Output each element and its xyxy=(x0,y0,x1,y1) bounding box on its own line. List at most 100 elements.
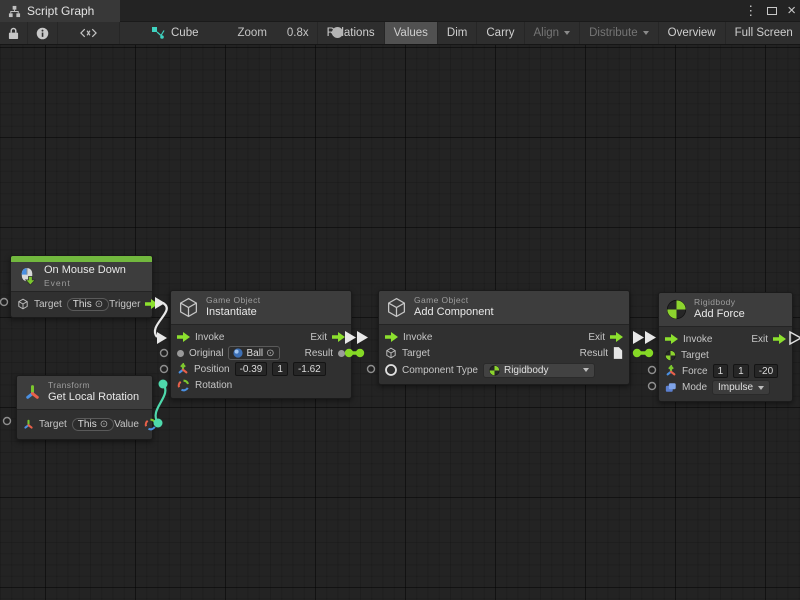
node-on-mouse-down[interactable]: On Mouse Down Event Target This ⊙ xyxy=(10,255,153,318)
value-port[interactable] xyxy=(633,349,641,357)
game-object-icon xyxy=(385,347,397,359)
node-add-force[interactable]: Rigidbody Add Force Invoke Exit xyxy=(658,292,793,402)
distribute-button[interactable]: Distribute xyxy=(580,22,659,44)
value-port-dot[interactable] xyxy=(338,350,345,357)
tab-title: Script Graph xyxy=(27,4,94,18)
lock-button[interactable] xyxy=(0,22,28,44)
flow-arrow-icon[interactable] xyxy=(665,334,678,344)
port-addforce-force[interactable] xyxy=(649,367,656,374)
value-port[interactable] xyxy=(645,349,653,357)
port-label-component-type: Component Type xyxy=(402,365,478,376)
node-category: Rigidbody xyxy=(694,297,745,308)
flow-arrow-icon[interactable] xyxy=(385,332,398,342)
object-picker-icon[interactable]: ⊙ xyxy=(95,299,103,310)
flow-link-exit-invoke-2b[interactable] xyxy=(645,331,656,344)
port-label-target: Target xyxy=(402,348,430,359)
position-x-input[interactable]: -0.39 xyxy=(235,362,268,376)
tab-script-graph[interactable]: Script Graph xyxy=(0,0,120,22)
zoom-slider-handle[interactable] xyxy=(332,27,343,38)
target-self-chip[interactable]: This ⊙ xyxy=(72,418,114,431)
flow-arrow-icon[interactable] xyxy=(177,332,190,342)
position-y-input[interactable]: 1 xyxy=(272,362,288,376)
chevron-down-icon xyxy=(758,386,764,390)
position-z-input[interactable]: -1.62 xyxy=(293,362,326,376)
port-label-invoke: Invoke xyxy=(403,332,432,343)
game-object-icon xyxy=(386,297,407,318)
node-category: Game Object xyxy=(206,295,260,306)
dim-button[interactable]: Dim xyxy=(438,22,477,44)
align-button[interactable]: Align xyxy=(525,22,581,44)
node-title: Get Local Rotation xyxy=(48,391,139,405)
force-x-input[interactable]: 1 xyxy=(713,364,729,378)
title-bar: Script Graph ⋮ × xyxy=(0,0,800,22)
node-add-component[interactable]: Game Object Add Component Invoke Exit xyxy=(378,290,630,385)
port-omd-target[interactable] xyxy=(1,299,8,306)
value-port[interactable] xyxy=(356,349,364,357)
port-label-invoke: Invoke xyxy=(195,332,224,343)
flow-arrow-icon[interactable] xyxy=(332,332,345,342)
port-label-exit: Exit xyxy=(751,334,768,345)
object-picker-icon[interactable]: ⊙ xyxy=(100,419,108,430)
port-addcomponent-type[interactable] xyxy=(368,366,375,373)
component-type-dropdown[interactable]: Rigidbody xyxy=(483,363,595,378)
node-title: Add Force xyxy=(694,308,745,322)
port-label-value: Value xyxy=(114,419,139,430)
port-addforce-mode[interactable] xyxy=(649,383,656,390)
rigidbody-icon xyxy=(489,365,500,376)
graph-node-icon xyxy=(151,26,165,40)
target-self-chip[interactable]: This ⊙ xyxy=(67,298,109,311)
graph-name-label: Cube xyxy=(171,27,199,39)
carry-button[interactable]: Carry xyxy=(477,22,524,44)
port-label-exit: Exit xyxy=(588,332,605,343)
code-brackets-icon xyxy=(80,28,97,38)
edit-graph-button[interactable] xyxy=(58,22,120,44)
graph-breadcrumb[interactable]: Cube xyxy=(142,22,208,44)
port-label-exit: Exit xyxy=(310,332,327,343)
force-mode-dropdown[interactable]: Impulse xyxy=(712,380,770,395)
values-button[interactable]: Values xyxy=(385,22,438,44)
force-y-input[interactable]: 1 xyxy=(733,364,749,378)
node-instantiate[interactable]: Game Object Instantiate Invoke Exit xyxy=(170,290,352,399)
graph-hierarchy-icon xyxy=(8,5,21,18)
flow-arrow-icon[interactable] xyxy=(145,299,158,309)
port-instantiate-original[interactable] xyxy=(161,350,168,357)
value-port-dot[interactable] xyxy=(177,350,184,357)
original-object-chip[interactable]: Ball ⊙ xyxy=(228,346,279,360)
port-label-trigger: Trigger xyxy=(109,299,140,310)
position-gizmo-icon xyxy=(177,363,189,375)
node-category: Transform xyxy=(48,380,139,391)
object-picker-icon[interactable]: ⊙ xyxy=(266,348,274,359)
info-icon xyxy=(36,27,49,40)
port-label-result: Result xyxy=(580,348,608,359)
graph-canvas[interactable]: On Mouse Down Event Target This ⊙ xyxy=(0,45,800,600)
rotation-icon xyxy=(144,418,157,431)
chevron-down-icon xyxy=(564,31,570,35)
document-icon[interactable] xyxy=(613,347,623,359)
port-label-result: Result xyxy=(305,348,333,359)
node-get-local-rotation[interactable]: Transform Get Local Rotation Target This… xyxy=(16,375,153,440)
value-wire-rotation[interactable] xyxy=(156,384,166,423)
node-subtitle: Event xyxy=(44,278,126,289)
relations-button[interactable]: Relations xyxy=(317,22,385,44)
flow-link-exit-invoke-2[interactable] xyxy=(633,331,644,344)
window-close-icon[interactable]: × xyxy=(787,0,796,22)
force-z-input[interactable]: -20 xyxy=(754,364,778,378)
port-glr-target[interactable] xyxy=(4,418,11,425)
flow-link-exit-invoke-1b[interactable] xyxy=(357,331,368,344)
ball-sphere-icon xyxy=(233,348,243,358)
window-maximize-icon[interactable] xyxy=(767,0,777,22)
inspect-button[interactable] xyxy=(28,22,58,44)
type-circle-icon xyxy=(385,364,397,376)
node-category: Game Object xyxy=(414,295,494,306)
flow-arrow-icon[interactable] xyxy=(773,334,786,344)
window-menu-icon[interactable]: ⋮ xyxy=(744,0,757,22)
full-screen-button[interactable]: Full Screen xyxy=(726,22,800,44)
rigidbody-icon xyxy=(665,350,676,361)
port-instantiate-position[interactable] xyxy=(161,366,168,373)
port-label-position: Position xyxy=(194,364,230,375)
overview-button[interactable]: Overview xyxy=(659,22,726,44)
flow-arrow-icon[interactable] xyxy=(610,332,623,342)
value-port-rotation-in[interactable] xyxy=(159,380,168,389)
flow-port-invoke-in-instantiate[interactable] xyxy=(157,332,167,344)
port-label-mode: Mode xyxy=(682,382,707,393)
